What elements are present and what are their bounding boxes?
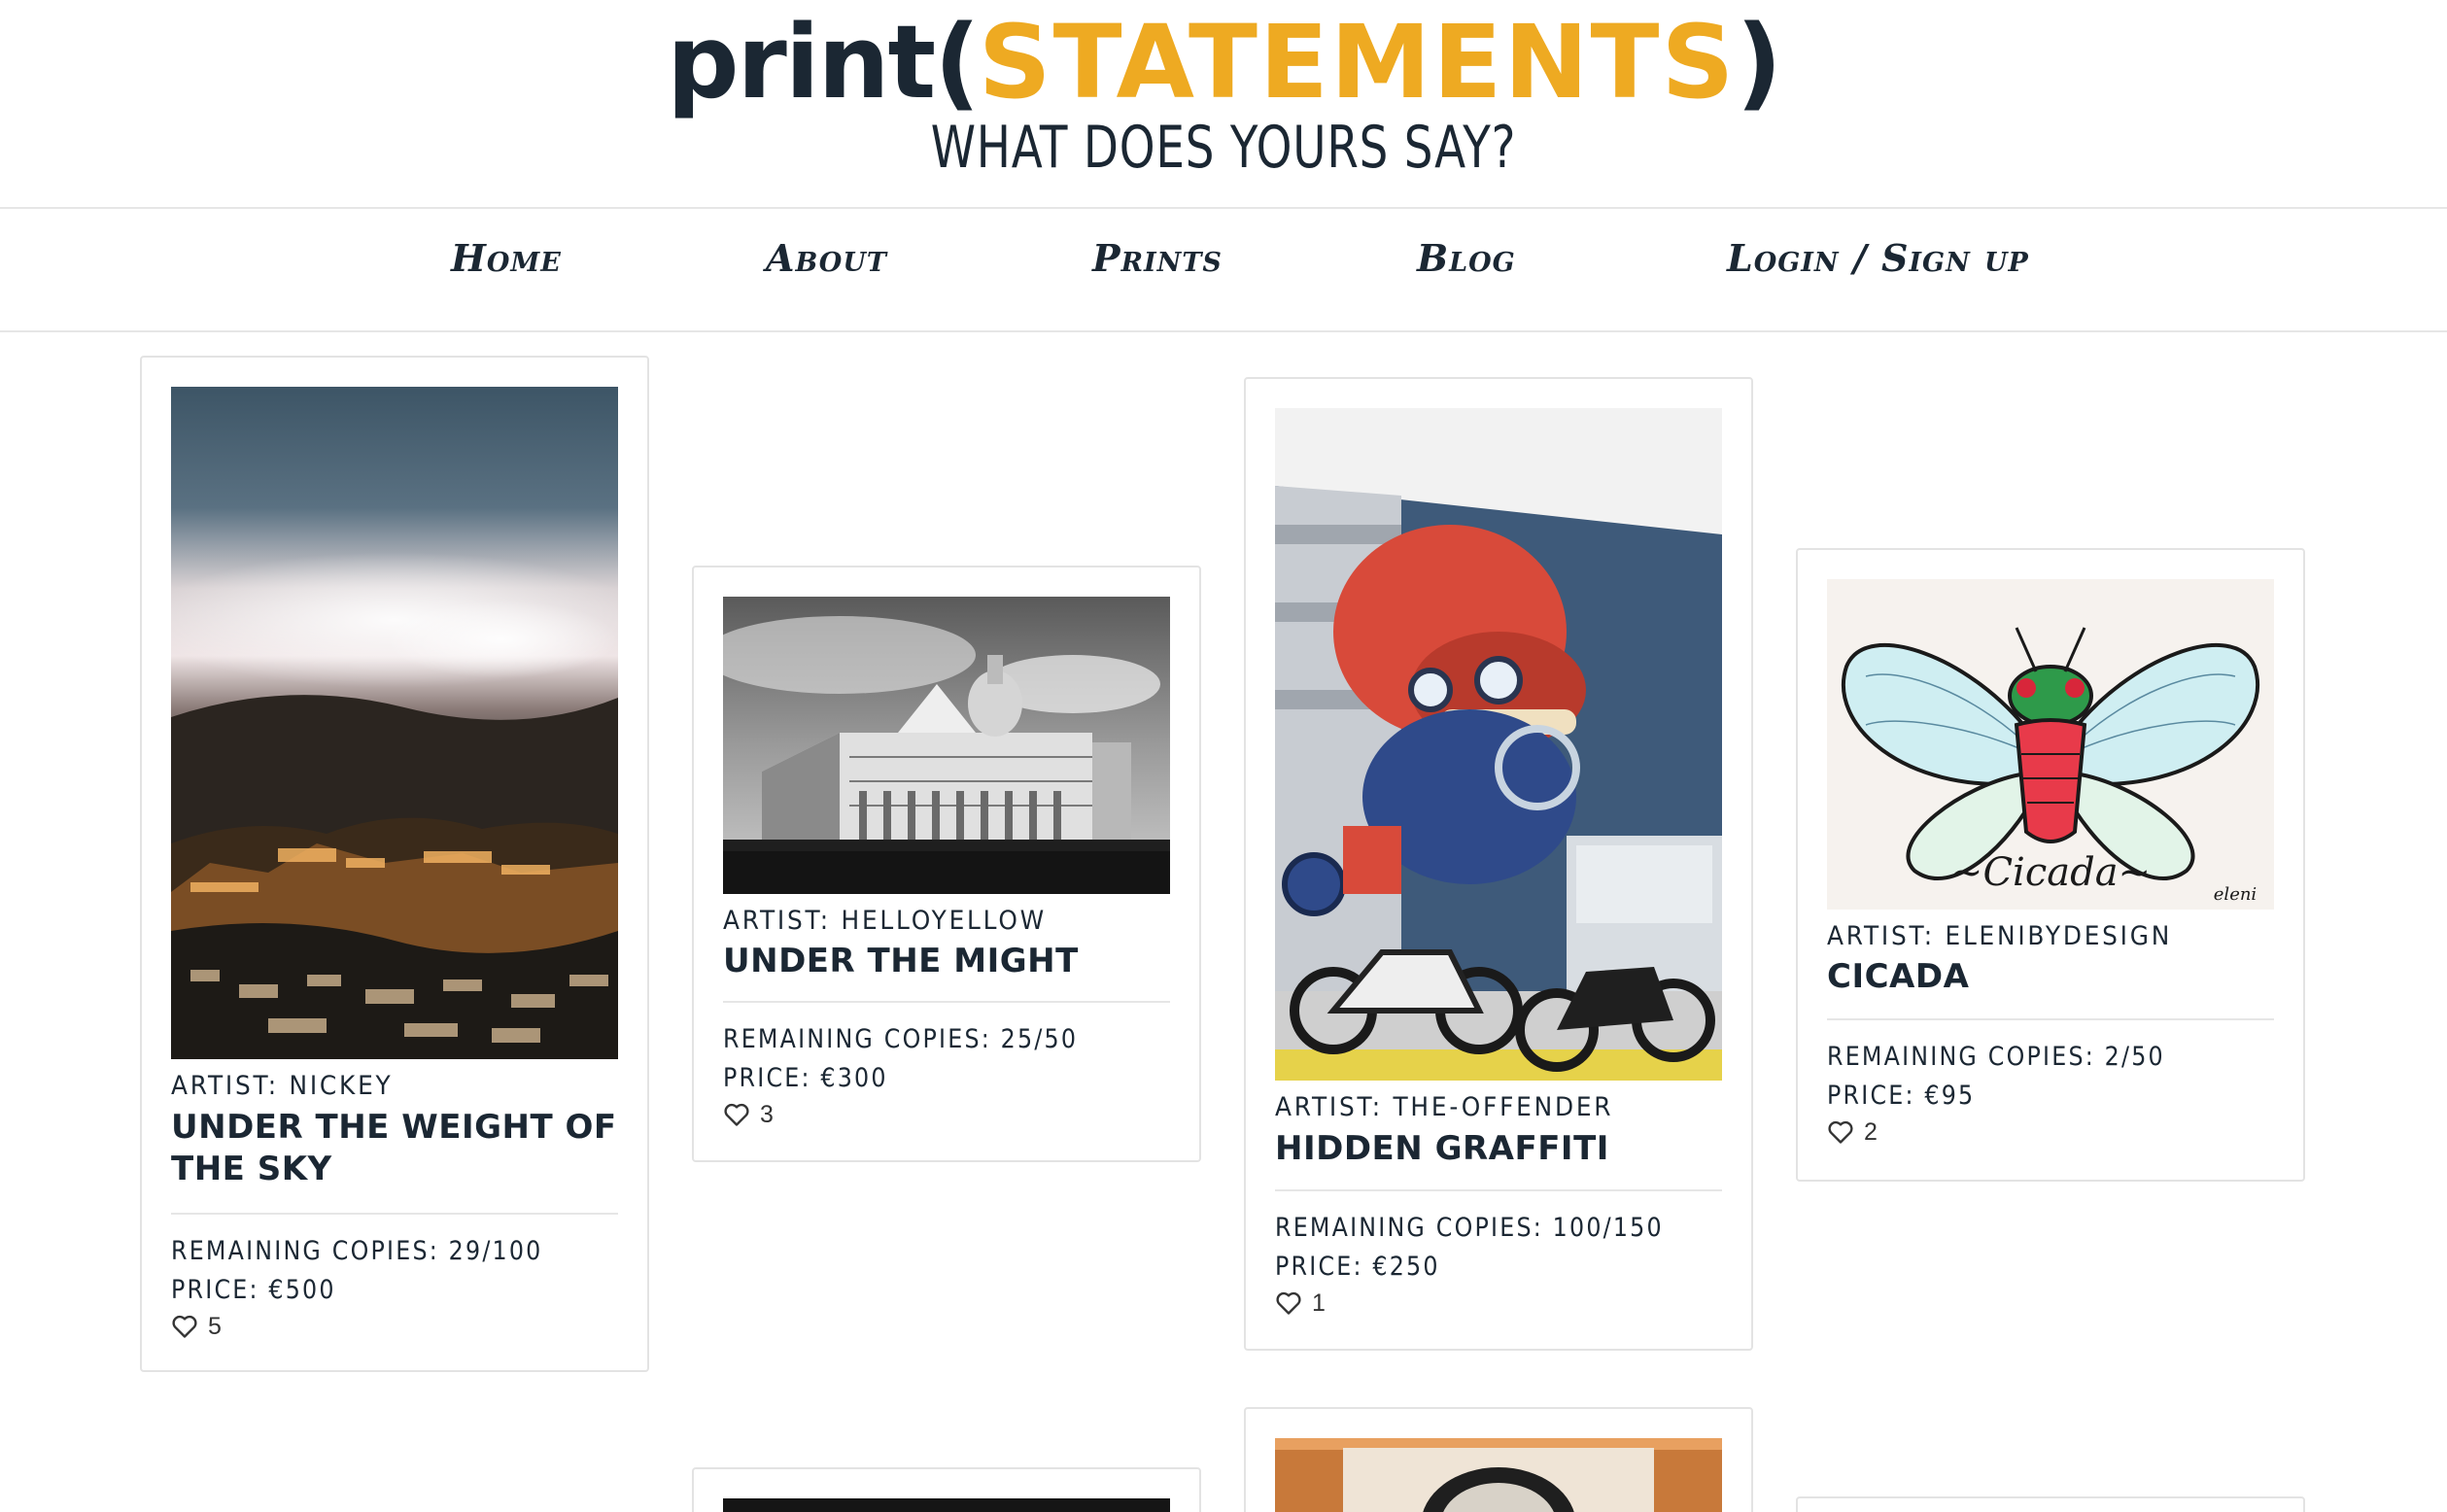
like-count: 5 [208, 1312, 222, 1340]
print-image[interactable] [171, 387, 618, 1059]
print-remaining-copies: REMAINING COPIES: 25/50 [723, 1024, 1079, 1054]
robot-frog-mural-photo [1275, 408, 1722, 1081]
print-artist: ARTIST: HELLOYELLOW [723, 906, 1047, 936]
print-image[interactable] [723, 597, 1170, 894]
print-card: ARTIST: THE-OFFENDER HIDDEN GRAFFITI REM… [1244, 377, 1753, 1351]
nav-login-signup[interactable]: Login / Sign up [1727, 229, 2029, 288]
site-logo[interactable]: print(STATEMENTS) [0, 4, 2447, 120]
print-image[interactable] [723, 1498, 1170, 1512]
print-card [692, 1467, 1201, 1512]
like-control: 5 [171, 1312, 222, 1341]
card-divider [171, 1213, 618, 1215]
card-divider [1827, 1018, 2274, 1020]
like-control: 3 [723, 1100, 774, 1129]
nav-divider [0, 330, 2447, 332]
like-control: 2 [1827, 1117, 1878, 1147]
nav-about[interactable]: About [766, 229, 887, 288]
print-artist: ARTIST: NICKEY [171, 1071, 394, 1101]
print-image[interactable] [1275, 408, 1722, 1081]
heart-icon[interactable] [1827, 1119, 1854, 1145]
print-remaining-copies: REMAINING COPIES: 100/150 [1275, 1213, 1664, 1243]
print-image-partial [1275, 1438, 1722, 1512]
like-control: 1 [1275, 1289, 1326, 1318]
print-title[interactable]: UNDER THE MIGHT [723, 941, 1180, 982]
print-title[interactable]: UNDER THE WEIGHT OF THE SKY [171, 1107, 628, 1190]
like-count: 1 [1312, 1289, 1326, 1317]
print-image[interactable] [1275, 1438, 1722, 1512]
print-remaining-copies: REMAINING COPIES: 29/100 [171, 1236, 543, 1266]
cathedral-black-white-photo [723, 597, 1170, 894]
print-title[interactable]: HIDDEN GRAFFITI [1275, 1128, 1732, 1170]
print-artist: ARTIST: ELENIBYDESIGN [1827, 921, 2173, 951]
print-title[interactable]: CICADA [1827, 956, 2284, 998]
card-divider [1275, 1189, 1722, 1191]
cicada-image-caption: ~Cicada~ [1950, 850, 2151, 895]
cicada-illustration: ~Cicada~ eleni [1827, 579, 2274, 910]
heart-icon[interactable] [1275, 1290, 1302, 1316]
print-card: ARTIST: NICKEY UNDER THE WEIGHT OF THE S… [140, 356, 649, 1372]
print-price: PRICE: €300 [723, 1063, 888, 1093]
like-count: 2 [1864, 1117, 1878, 1146]
print-artist: ARTIST: THE-OFFENDER [1275, 1092, 1614, 1122]
nav-blog[interactable]: Blog [1417, 229, 1516, 288]
print-card: ARTIST: HELLOYELLOW UNDER THE MIGHT REMA… [692, 566, 1201, 1162]
print-price: PRICE: €500 [171, 1275, 336, 1305]
print-price: PRICE: €95 [1827, 1081, 1976, 1111]
print-image[interactable]: ~Cicada~ eleni [1827, 579, 2274, 910]
city-under-clouds-photo [171, 387, 618, 1059]
heart-icon[interactable] [171, 1314, 198, 1339]
nav-prints[interactable]: Prints [1092, 229, 1223, 288]
heart-icon[interactable] [723, 1102, 750, 1127]
print-price: PRICE: €250 [1275, 1252, 1440, 1282]
print-card [1796, 1496, 2305, 1512]
nav-home[interactable]: Home [451, 229, 562, 288]
print-card: ~Cicada~ eleni ARTIST: ELENIBYDESIGN CIC… [1796, 548, 2305, 1182]
artist-signature: eleni [2214, 884, 2257, 905]
site-tagline: WHAT DOES YOURS SAY? [930, 114, 1517, 182]
logo-prefix: print( [667, 3, 981, 121]
print-remaining-copies: REMAINING COPIES: 2/50 [1827, 1042, 2165, 1072]
logo-accent: STATEMENTS [978, 3, 1737, 121]
logo-suffix: ) [1736, 3, 1782, 121]
like-count: 3 [760, 1100, 774, 1128]
header-divider [0, 207, 2447, 209]
card-divider [723, 1001, 1170, 1003]
print-card [1244, 1407, 1753, 1512]
